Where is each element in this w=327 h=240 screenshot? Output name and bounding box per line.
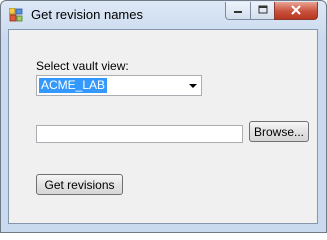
dialog-body: Select vault view: ACME_LAB Browse... Ge… bbox=[8, 29, 318, 224]
close-button[interactable] bbox=[274, 2, 318, 20]
close-icon bbox=[290, 4, 302, 18]
dialog-window: Get revision names Select vault view: AC… bbox=[0, 0, 327, 233]
maximize-icon bbox=[258, 4, 268, 18]
app-icon bbox=[8, 7, 23, 22]
vault-view-dropdown[interactable]: ACME_LAB bbox=[36, 75, 202, 96]
browse-button[interactable]: Browse... bbox=[249, 121, 309, 142]
path-input[interactable] bbox=[36, 125, 243, 143]
get-revisions-button[interactable]: Get revisions bbox=[36, 174, 123, 195]
maximize-button[interactable] bbox=[250, 2, 275, 20]
vault-view-label: Select vault view: bbox=[36, 59, 129, 73]
minimize-icon bbox=[233, 4, 243, 18]
chevron-down-icon bbox=[189, 84, 197, 88]
title-bar[interactable]: Get revision names bbox=[1, 1, 326, 29]
minimize-button[interactable] bbox=[225, 2, 251, 20]
window-title: Get revision names bbox=[31, 7, 143, 22]
vault-view-selected-value: ACME_LAB bbox=[39, 78, 108, 93]
